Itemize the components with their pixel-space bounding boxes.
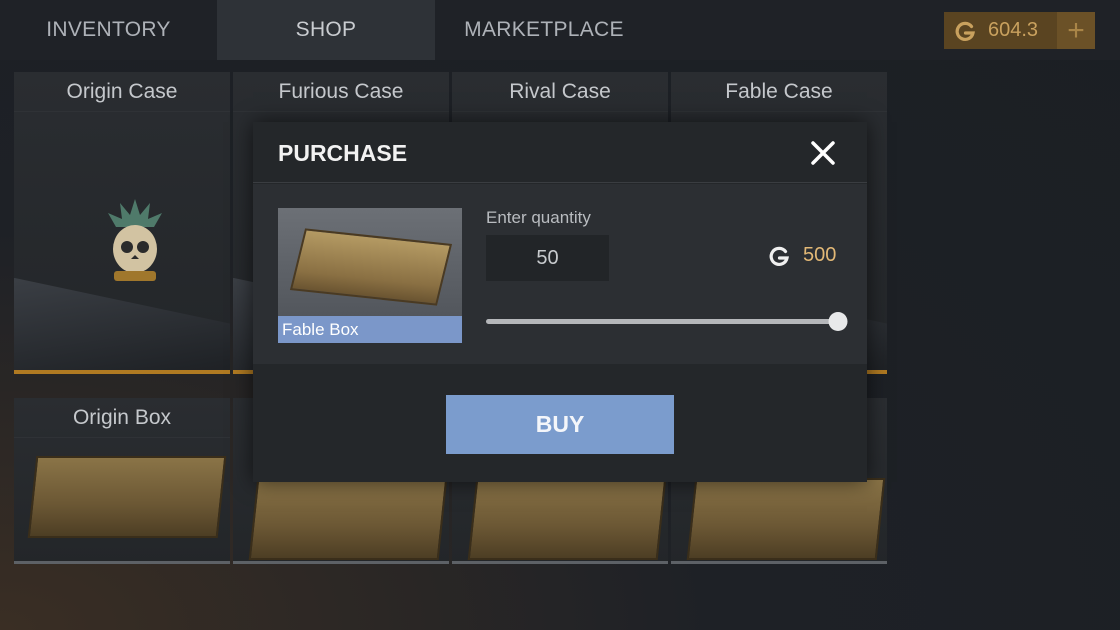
currency-display: 604.3 + — [944, 12, 1095, 49]
close-icon[interactable] — [809, 139, 837, 167]
card-title: Origin Box — [14, 398, 230, 438]
tab-inventory[interactable]: INVENTORY — [0, 0, 217, 60]
dialog-header: PURCHASE — [253, 122, 867, 183]
card-underline — [233, 561, 449, 564]
card-underline — [14, 370, 230, 374]
crate-image — [248, 478, 448, 560]
slider-track[interactable] — [486, 319, 838, 324]
purchase-dialog: PURCHASE Fable Box Enter quantity 500 BU… — [253, 122, 867, 482]
shop-card-origin-case[interactable]: Origin Case — [14, 72, 230, 374]
card-title: Rival Case — [452, 72, 668, 112]
shop-card-origin-box[interactable]: Origin Box — [14, 398, 230, 564]
crate-image — [27, 456, 227, 538]
case-image — [14, 276, 230, 374]
card-title: Fable Case — [671, 72, 887, 112]
card-underline — [14, 561, 230, 564]
tab-shop[interactable]: SHOP — [217, 0, 435, 60]
slider-handle[interactable] — [828, 312, 848, 331]
fable-box-image — [289, 228, 453, 306]
card-underline — [671, 561, 887, 564]
crate-image — [467, 478, 667, 560]
skull-emblem-icon — [100, 197, 170, 287]
item-thumbnail: Fable Box — [278, 208, 462, 343]
card-title: Furious Case — [233, 72, 449, 112]
currency-balance: 604.3 — [944, 12, 1057, 49]
card-title: Origin Case — [14, 72, 230, 112]
tab-marketplace[interactable]: MARKETPLACE — [435, 0, 653, 60]
price-value: 500 — [803, 244, 837, 266]
g-coin-icon — [954, 20, 976, 42]
quantity-label: Enter quantity — [486, 208, 591, 227]
add-currency-button[interactable]: + — [1057, 12, 1095, 49]
crate-image — [686, 478, 886, 560]
quantity-input[interactable] — [486, 235, 609, 281]
currency-value: 604.3 — [988, 19, 1039, 41]
item-name: Fable Box — [278, 316, 462, 343]
g-coin-icon — [768, 245, 790, 267]
quantity-slider[interactable] — [486, 312, 848, 332]
top-nav: INVENTORY SHOP MARKETPLACE 604.3 + — [0, 0, 1120, 60]
dialog-body: Fable Box Enter quantity 500 — [253, 184, 867, 364]
total-price: 500 — [768, 244, 836, 267]
card-underline — [452, 561, 668, 564]
dialog-title: PURCHASE — [278, 140, 408, 166]
buy-button[interactable]: BUY — [446, 395, 674, 454]
